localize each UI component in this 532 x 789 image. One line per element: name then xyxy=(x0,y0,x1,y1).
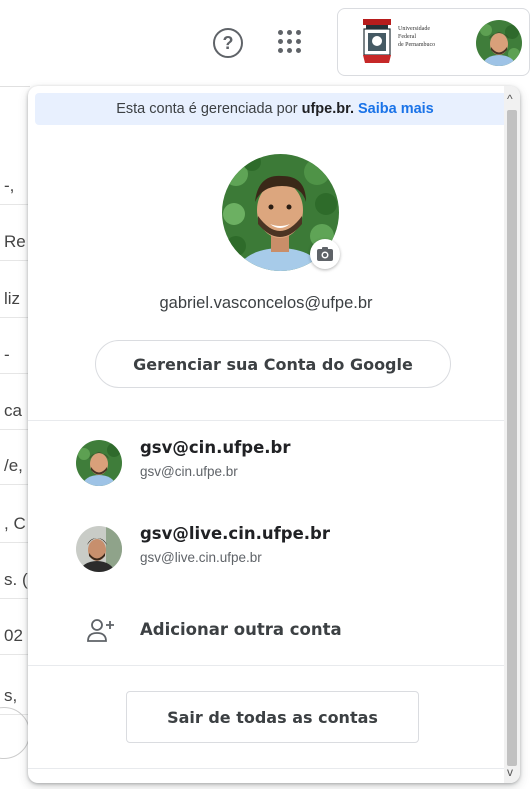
help-icon[interactable]: ? xyxy=(213,28,243,58)
manage-account-button[interactable]: Gerenciar sua Conta do Google xyxy=(95,340,451,388)
bg-fragment: Re xyxy=(0,223,30,261)
account-chip[interactable]: Universidade Federal de Pernambuco xyxy=(337,8,530,76)
bg-fragment: -, xyxy=(0,167,30,205)
bg-fragment: , C xyxy=(0,505,30,543)
avatar xyxy=(476,20,522,66)
bg-fragment: - xyxy=(0,336,30,374)
divider xyxy=(28,420,504,421)
account-menu-popup: Esta conta é gerenciada por ufpe.br. Sai… xyxy=(28,86,520,783)
background-page: -, Re liz - ca /e, , C s. ( 02 s, xyxy=(0,86,30,789)
ufpe-logo-icon xyxy=(363,19,391,63)
account-email: gsv@live.cin.ufpe.br xyxy=(140,550,262,565)
chevron-down-icon[interactable]: v xyxy=(507,765,513,779)
notice-text: Esta conta é gerenciada por xyxy=(116,101,298,117)
account-name: gsv@live.cin.ufpe.br xyxy=(140,524,331,543)
apps-grid-icon[interactable] xyxy=(278,30,302,54)
bg-fragment: 02 xyxy=(0,617,30,655)
avatar xyxy=(76,526,122,572)
bg-fragment: /e, xyxy=(0,447,30,485)
learn-more-link[interactable]: Saiba mais xyxy=(358,101,434,117)
person-add-icon xyxy=(87,619,114,642)
add-account-button[interactable]: Adicionar outra conta xyxy=(28,608,504,652)
chevron-up-icon[interactable]: ^ xyxy=(507,92,513,106)
account-email: gsv@cin.ufpe.br xyxy=(140,464,238,479)
divider xyxy=(28,768,504,769)
avatar xyxy=(76,440,122,486)
account-item-live[interactable]: gsv@live.cin.ufpe.br gsv@live.cin.ufpe.b… xyxy=(28,514,504,584)
account-name: gsv@cin.ufpe.br xyxy=(140,438,291,457)
primary-email: gabriel.vasconcelos@ufpe.br xyxy=(159,294,373,312)
ufpe-logo-text: Universidade Federal de Pernambuco xyxy=(398,26,436,48)
camera-icon[interactable] xyxy=(310,239,340,269)
managed-account-notice: Esta conta é gerenciada por ufpe.br. Sai… xyxy=(35,93,515,125)
top-bar: ? Universidade Federal de Pernambuco xyxy=(0,0,532,86)
account-item-cin[interactable]: gsv@cin.ufpe.br gsv@cin.ufpe.br xyxy=(28,428,504,498)
divider xyxy=(28,665,504,666)
scrollbar-thumb[interactable] xyxy=(507,110,517,766)
bg-fragment: liz xyxy=(0,280,30,318)
bg-fragment: ca xyxy=(0,392,30,430)
add-account-label: Adicionar outra conta xyxy=(140,620,342,639)
notice-domain: ufpe.br. xyxy=(301,101,354,117)
bg-fragment: s. ( xyxy=(0,561,30,599)
scrollbar[interactable]: ^ v xyxy=(504,86,520,783)
sign-out-all-button[interactable]: Sair de todas as contas xyxy=(126,691,419,743)
